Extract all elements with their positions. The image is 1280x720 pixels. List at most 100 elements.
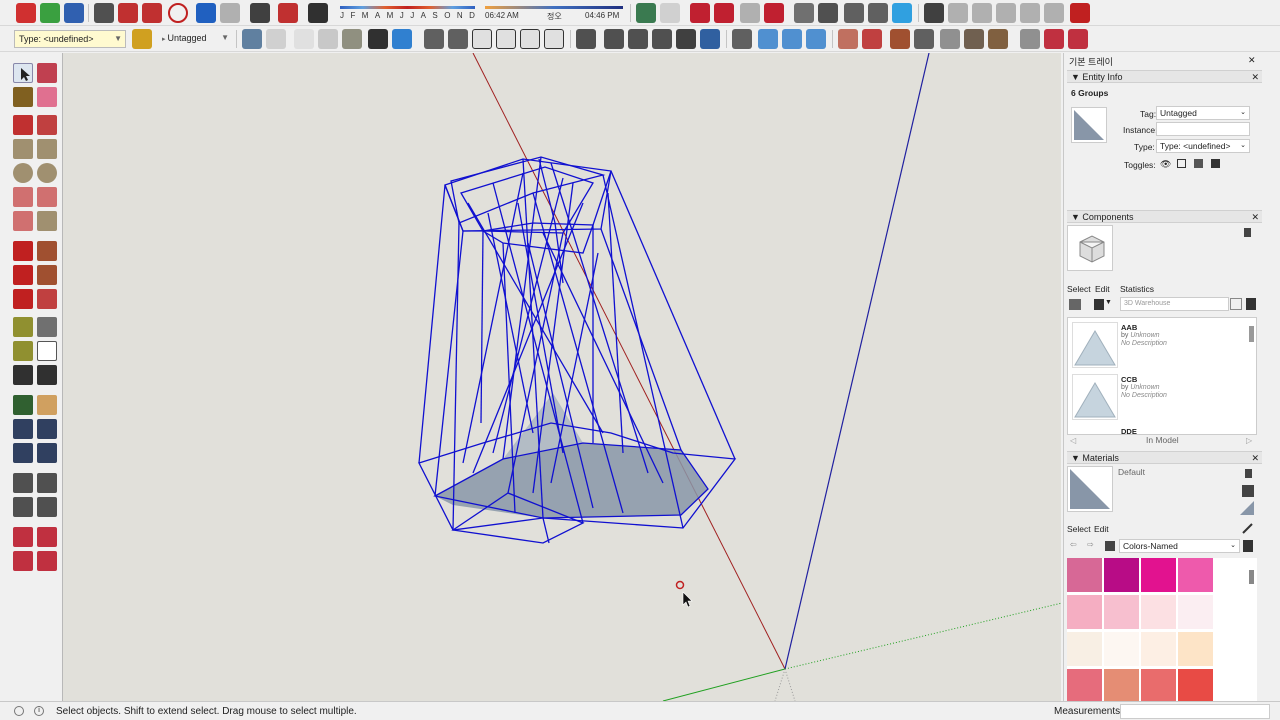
components-tab-select[interactable]: Select bbox=[1067, 284, 1091, 294]
rotated-rectangle-icon[interactable] bbox=[37, 139, 57, 159]
component-list-scrollbar[interactable] bbox=[1249, 326, 1254, 342]
add-detail-icon[interactable] bbox=[964, 29, 984, 49]
tape-measure-icon[interactable] bbox=[13, 317, 33, 337]
entity-info-header[interactable]: ▼ Entity Info ✕ bbox=[1067, 70, 1262, 83]
axes-tool-icon[interactable] bbox=[13, 365, 33, 385]
material-swatch[interactable] bbox=[1141, 595, 1176, 629]
tag-dropdown[interactable]: ▸ Untagged ▼ bbox=[158, 30, 232, 48]
home-icon[interactable] bbox=[1094, 299, 1104, 310]
material-swatch[interactable] bbox=[1178, 558, 1213, 592]
right-view-icon[interactable] bbox=[496, 29, 516, 49]
upload-component-icon[interactable] bbox=[13, 551, 33, 571]
two-point-arc-icon[interactable] bbox=[37, 187, 57, 207]
search-icon[interactable] bbox=[1230, 298, 1242, 310]
rotate-icon[interactable] bbox=[13, 265, 33, 285]
material-swatch[interactable] bbox=[1178, 632, 1213, 666]
push-pull-icon[interactable] bbox=[37, 241, 57, 261]
extension-warehouse-icon[interactable] bbox=[764, 3, 784, 23]
shadow-receive-toggle-icon[interactable] bbox=[1194, 159, 1203, 168]
material-swatch[interactable] bbox=[1104, 669, 1139, 701]
eyedropper-icon[interactable] bbox=[1242, 522, 1254, 534]
warehouse-tool-icon[interactable] bbox=[13, 527, 33, 547]
print-icon[interactable] bbox=[250, 3, 270, 23]
trimble-connect-icon[interactable] bbox=[892, 3, 912, 23]
material-swatch[interactable] bbox=[1141, 669, 1176, 701]
make-component-icon[interactable] bbox=[37, 63, 57, 83]
offset-icon[interactable] bbox=[37, 289, 57, 309]
shadow-time-slider[interactable]: 06:42 AM 정오 04:46 PM bbox=[485, 3, 623, 23]
line-tool-icon[interactable] bbox=[13, 115, 33, 135]
material-options-icon[interactable] bbox=[1243, 540, 1253, 552]
component-item[interactable]: CCB by Unknown No Description bbox=[1072, 372, 1254, 422]
material-swatch[interactable] bbox=[1067, 669, 1102, 701]
section-plane-icon[interactable] bbox=[948, 3, 968, 23]
component-item[interactable]: AAB by Unknown No Description bbox=[1072, 320, 1254, 370]
link-icon[interactable] bbox=[868, 3, 888, 23]
new-file-icon[interactable] bbox=[16, 3, 36, 23]
add-location-icon[interactable] bbox=[794, 3, 814, 23]
trim-icon[interactable] bbox=[676, 29, 696, 49]
outer-shell-icon[interactable] bbox=[576, 29, 596, 49]
two-point-icon[interactable] bbox=[782, 29, 802, 49]
polygon-icon[interactable] bbox=[37, 163, 57, 183]
cloud-upload-icon[interactable] bbox=[844, 3, 864, 23]
back-arrow-icon[interactable]: ◁ bbox=[1070, 436, 1076, 445]
axes-icon[interactable] bbox=[732, 29, 752, 49]
material-swatch[interactable] bbox=[1141, 632, 1176, 666]
share-model-icon[interactable] bbox=[714, 3, 734, 23]
materials-header[interactable]: ▼ Materials ✕ bbox=[1067, 451, 1262, 464]
material-swatch[interactable] bbox=[1141, 558, 1176, 592]
type-select[interactable]: Type: <undefined> ⌄ bbox=[1156, 139, 1250, 153]
undo-icon[interactable] bbox=[196, 3, 216, 23]
move-icon[interactable] bbox=[13, 241, 33, 261]
zoom-window-icon[interactable] bbox=[37, 419, 57, 439]
monochrome-icon[interactable] bbox=[392, 29, 412, 49]
save-icon[interactable] bbox=[64, 3, 84, 23]
component-options-arrow-icon[interactable] bbox=[1246, 298, 1256, 310]
geo-location-icon[interactable] bbox=[636, 3, 656, 23]
component-search-input[interactable]: 3D Warehouse bbox=[1120, 297, 1229, 311]
3d-text-icon[interactable] bbox=[37, 365, 57, 385]
left-view-icon[interactable] bbox=[544, 29, 564, 49]
pan-icon[interactable] bbox=[37, 395, 57, 415]
geo-location-status-icon[interactable] bbox=[14, 706, 24, 716]
type-dropdown[interactable]: Type: <undefined> ▼ bbox=[14, 30, 126, 48]
sandbox-icon[interactable] bbox=[1020, 3, 1040, 23]
freehand-icon[interactable] bbox=[37, 115, 57, 135]
iso-view-icon[interactable] bbox=[424, 29, 444, 49]
material-sample-icon[interactable] bbox=[1240, 501, 1254, 515]
material-home-icon[interactable] bbox=[1105, 541, 1115, 551]
top-view-icon[interactable] bbox=[448, 29, 468, 49]
rectangle-icon[interactable] bbox=[13, 139, 33, 159]
paint-bucket-icon[interactable] bbox=[13, 87, 33, 107]
shadows-toggle-icon[interactable] bbox=[308, 3, 328, 23]
components-header[interactable]: ▼ Components ✕ bbox=[1067, 210, 1262, 223]
three-point-arc-icon[interactable] bbox=[13, 211, 33, 231]
split-icon[interactable] bbox=[700, 29, 720, 49]
tray-close-icon[interactable]: ✕ bbox=[1248, 55, 1256, 66]
material-swatch[interactable] bbox=[1104, 558, 1139, 592]
material-swatch[interactable] bbox=[1104, 595, 1139, 629]
dynamic-component-icon[interactable] bbox=[1020, 29, 1040, 49]
subtract-icon[interactable] bbox=[652, 29, 672, 49]
tag-paint-icon[interactable] bbox=[132, 29, 152, 49]
material-swatch[interactable] bbox=[1104, 632, 1139, 666]
sandbox-from-contours-icon[interactable] bbox=[838, 29, 858, 49]
shaded-icon[interactable] bbox=[342, 29, 362, 49]
photo-texture-icon[interactable] bbox=[660, 3, 680, 23]
materials-tab-select[interactable]: Select bbox=[1067, 524, 1091, 534]
extension-tool-icon[interactable] bbox=[37, 551, 57, 571]
material-swatch[interactable] bbox=[1067, 632, 1102, 666]
textured-icon[interactable] bbox=[368, 29, 388, 49]
section-cut-icon[interactable] bbox=[972, 3, 992, 23]
component-item[interactable]: DDE bbox=[1072, 424, 1254, 434]
flip-edge-icon[interactable] bbox=[988, 29, 1008, 49]
section-plane-tool-icon[interactable] bbox=[37, 497, 57, 517]
redo-icon[interactable] bbox=[220, 3, 240, 23]
swatch-scrollbar[interactable] bbox=[1249, 570, 1254, 584]
cut-icon[interactable] bbox=[94, 3, 114, 23]
previous-view-icon[interactable] bbox=[37, 443, 57, 463]
instance-input[interactable] bbox=[1156, 122, 1250, 136]
tag-select[interactable]: Untagged ⌄ bbox=[1156, 106, 1250, 120]
material-forward-icon[interactable]: ⇨ bbox=[1087, 540, 1094, 549]
